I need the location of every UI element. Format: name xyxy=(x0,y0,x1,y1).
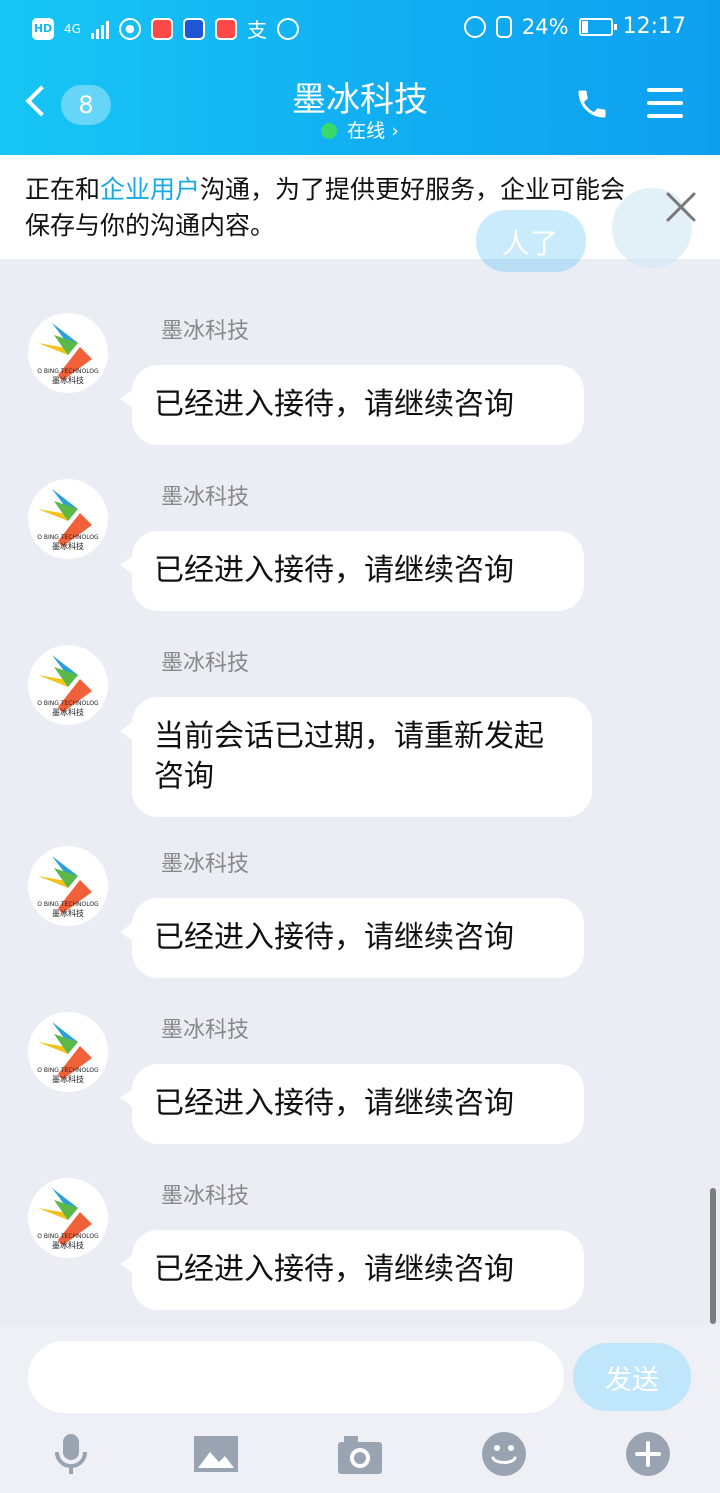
menu-icon[interactable] xyxy=(647,88,683,118)
notice-text-before: 正在和 xyxy=(25,175,101,204)
avatar[interactable]: O BING TECHNOLOG 墨冰科技 xyxy=(28,313,108,393)
online-dot-icon xyxy=(321,123,338,139)
battery-fill xyxy=(581,20,589,33)
close-icon[interactable] xyxy=(664,190,698,224)
plus-icon[interactable] xyxy=(624,1430,672,1478)
company-logo-icon: O BING TECHNOLOG墨冰科技 xyxy=(37,655,99,717)
send-button[interactable]: 发送 xyxy=(573,1343,691,1411)
avatar[interactable]: O BING TECHNOLOG 墨冰科技 xyxy=(28,1012,108,1092)
company-logo-icon: O BING TECHNOLOG墨冰科技 xyxy=(37,323,99,385)
composer-bar: 发送 xyxy=(0,1326,720,1493)
logo-text: O BING TECHNOLOG xyxy=(37,1067,99,1074)
company-logo-icon: O BING TECHNOLOG墨冰科技 xyxy=(37,1188,99,1250)
alipay-icon: 支 xyxy=(246,18,267,42)
logo-text: O BING TECHNOLOG xyxy=(37,901,99,908)
vibrate-icon xyxy=(495,15,512,38)
eye-icon: ● xyxy=(118,17,141,40)
company-logo-icon: O BING TECHNOLOG墨冰科技 xyxy=(37,856,99,918)
message-bubble[interactable]: 已经进入接待，请继续咨询 xyxy=(120,1230,584,1310)
logo-text: 墨冰科技 xyxy=(52,1240,84,1250)
logo-text: 墨冰科技 xyxy=(52,375,84,385)
status-bar: HD 4G ● 支 24% 12:17 xyxy=(0,0,720,55)
avatar[interactable]: O BING TECHNOLOG 墨冰科技 xyxy=(28,479,108,559)
avatar[interactable]: O BING TECHNOLOG 墨冰科技 xyxy=(28,846,108,926)
logo-text: O BING TECHNOLOG xyxy=(37,700,99,707)
sender-name: 墨冰科技 xyxy=(161,852,250,877)
message-bubble[interactable]: 已经进入接待，请继续咨询 xyxy=(120,531,584,611)
logo-text: 墨冰科技 xyxy=(52,1074,84,1084)
logo-text: 墨冰科技 xyxy=(52,707,84,717)
message-bubble[interactable]: 已经进入接待，请继续咨询 xyxy=(120,365,584,445)
app-notification-icon xyxy=(150,17,173,40)
sender-name: 墨冰科技 xyxy=(161,651,250,676)
message-input[interactable] xyxy=(28,1341,564,1413)
hand-icon xyxy=(276,17,299,40)
company-logo-icon: O BING TECHNOLOG墨冰科技 xyxy=(37,1022,99,1084)
logo-text: 墨冰科技 xyxy=(52,908,84,918)
emoji-icon[interactable] xyxy=(480,1430,528,1478)
sender-name: 墨冰科技 xyxy=(161,1018,250,1043)
logo-text: O BING TECHNOLOG xyxy=(37,534,99,541)
sender-name: 墨冰科技 xyxy=(161,1184,250,1209)
message-bubble[interactable]: 当前会话已过期，请重新发起咨询 xyxy=(120,697,592,817)
microphone-icon[interactable] xyxy=(47,1430,95,1478)
enterprise-notice: 正在和企业用户沟通，为了提供更好服务，企业可能会保存与你的沟通内容。 xyxy=(0,155,720,259)
image-icon[interactable] xyxy=(192,1430,240,1478)
battery-percent: 24% xyxy=(521,14,569,39)
sender-name: 墨冰科技 xyxy=(161,485,250,510)
company-logo-icon: O BING TECHNOLOG墨冰科技 xyxy=(37,489,99,551)
message-bubble[interactable]: 已经进入接待，请继续咨询 xyxy=(120,1064,584,1144)
presence-status[interactable]: 在线 › xyxy=(0,116,720,143)
chat-header: HD 4G ● 支 24% 12:17 8 墨冰科技 在线 › xyxy=(0,0,720,155)
camera-icon[interactable] xyxy=(336,1430,384,1478)
battery-icon xyxy=(578,17,617,36)
network-type: 4G xyxy=(64,21,81,36)
message-bubble[interactable]: 已经进入接待，请继续咨询 xyxy=(120,898,584,978)
presence-label: 在线 xyxy=(347,120,386,142)
avatar[interactable]: O BING TECHNOLOG 墨冰科技 xyxy=(28,1178,108,1258)
ghost-text: 人了 xyxy=(502,227,559,260)
signal-icon xyxy=(90,19,109,39)
hd-icon: HD xyxy=(32,17,54,40)
alarm-icon xyxy=(463,15,486,38)
avatar[interactable]: O BING TECHNOLOG 墨冰科技 xyxy=(28,645,108,725)
chat-title: 墨冰科技 xyxy=(292,80,428,120)
logo-text: O BING TECHNOLOG xyxy=(37,368,99,375)
huawei-icon xyxy=(214,17,237,40)
ghost-bubble: 人了 xyxy=(476,210,586,272)
logo-text: O BING TECHNOLOG xyxy=(37,1233,99,1240)
enterprise-user-link[interactable]: 企业用户 xyxy=(100,175,200,204)
sender-name: 墨冰科技 xyxy=(161,319,250,344)
scrollbar[interactable] xyxy=(710,1188,716,1324)
logo-text: 墨冰科技 xyxy=(52,541,84,551)
clock: 12:17 xyxy=(622,14,686,39)
phone-icon[interactable] xyxy=(574,86,610,122)
bulb-icon xyxy=(182,17,205,40)
